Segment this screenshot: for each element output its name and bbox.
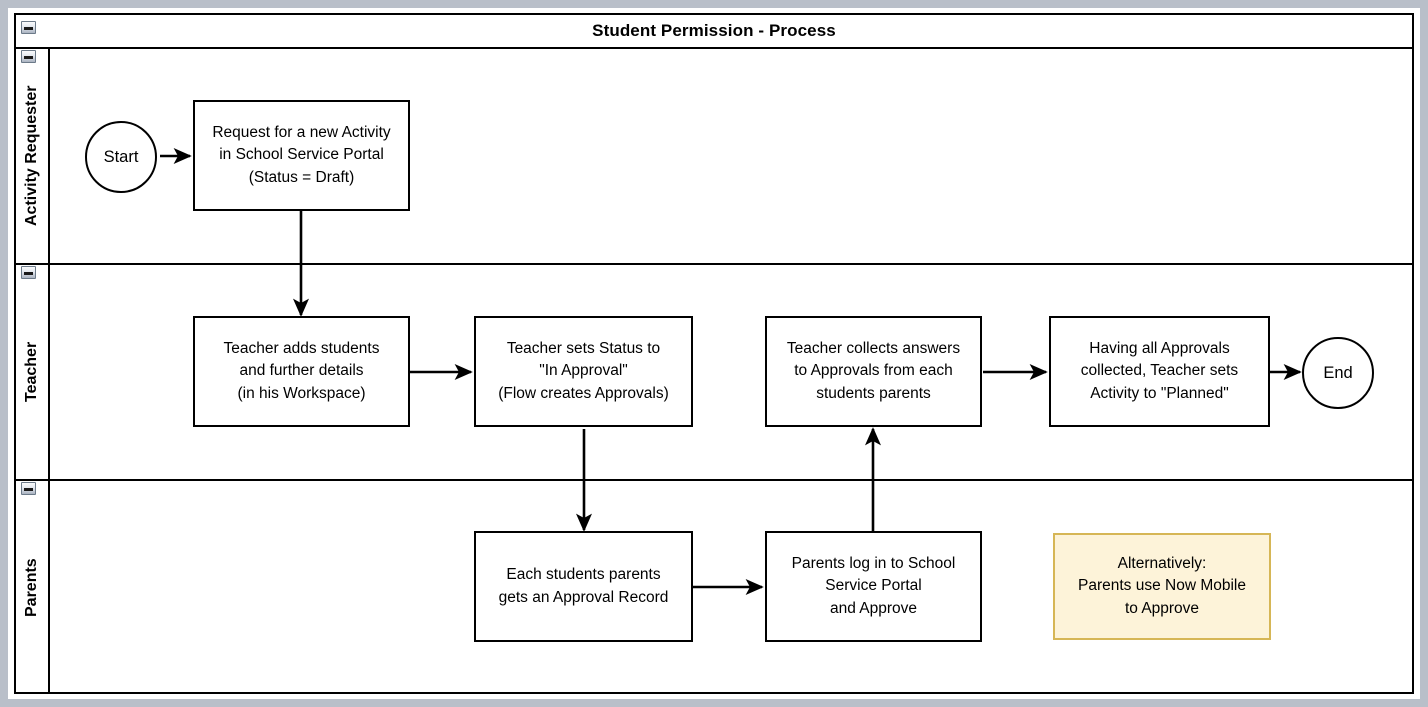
note-alternative-now-mobile[interactable]: Alternatively: Parents use Now Mobile to… [1053,533,1271,640]
lane-label-parents: Parents [23,558,40,617]
lane-header-teacher: Teacher [16,265,50,479]
node-parents-log-in[interactable]: Parents log in to School Service Portal … [765,531,982,642]
minus-icon-lane-parents[interactable] [21,482,36,495]
node-teacher-sets-status-label: Teacher sets Status to "In Approval" (Fl… [498,339,669,402]
page-title: Student Permission - Process [16,15,1412,49]
diagram-canvas: Student Permission - Process Activity Re… [0,0,1428,707]
minus-icon-lane-activity-requester[interactable] [21,50,36,63]
node-approval-record-label: Each students parents gets an Approval R… [498,566,669,606]
end-terminator[interactable]: End [1302,337,1374,409]
node-teacher-sets-status[interactable]: Teacher sets Status to "In Approval" (Fl… [474,316,693,427]
node-request-activity[interactable]: Request for a new Activity in School Ser… [193,100,410,211]
node-request-activity-label: Request for a new Activity in School Ser… [212,123,391,186]
end-label: End [1323,363,1353,382]
node-teacher-sets-planned[interactable]: Having all Approvals collected, Teacher … [1049,316,1270,427]
lane-label-teacher: Teacher [23,341,40,403]
node-teacher-collects-answers-label: Teacher collects answers to Approvals fr… [786,339,961,402]
lane-header-activity-requester: Activity Requester [16,49,50,263]
node-approval-record[interactable]: Each students parents gets an Approval R… [474,531,693,642]
note-alternative-now-mobile-label: Alternatively: Parents use Now Mobile to… [1078,554,1246,617]
node-teacher-collects-answers[interactable]: Teacher collects answers to Approvals fr… [765,316,982,427]
node-parents-log-in-label: Parents log in to School Service Portal … [791,554,956,617]
node-teacher-adds-students[interactable]: Teacher adds students and further detail… [193,316,410,427]
start-label: Start [103,147,139,166]
node-teacher-sets-planned-label: Having all Approvals collected, Teacher … [1080,339,1239,402]
minus-icon-lane-teacher[interactable] [21,266,36,279]
lane-label-activity-requester: Activity Requester [23,85,40,227]
minus-icon-pool[interactable] [21,21,36,34]
node-teacher-adds-students-label: Teacher adds students and further detail… [223,339,380,402]
lane-header-parents: Parents [16,481,50,694]
start-terminator[interactable]: Start [85,121,157,193]
